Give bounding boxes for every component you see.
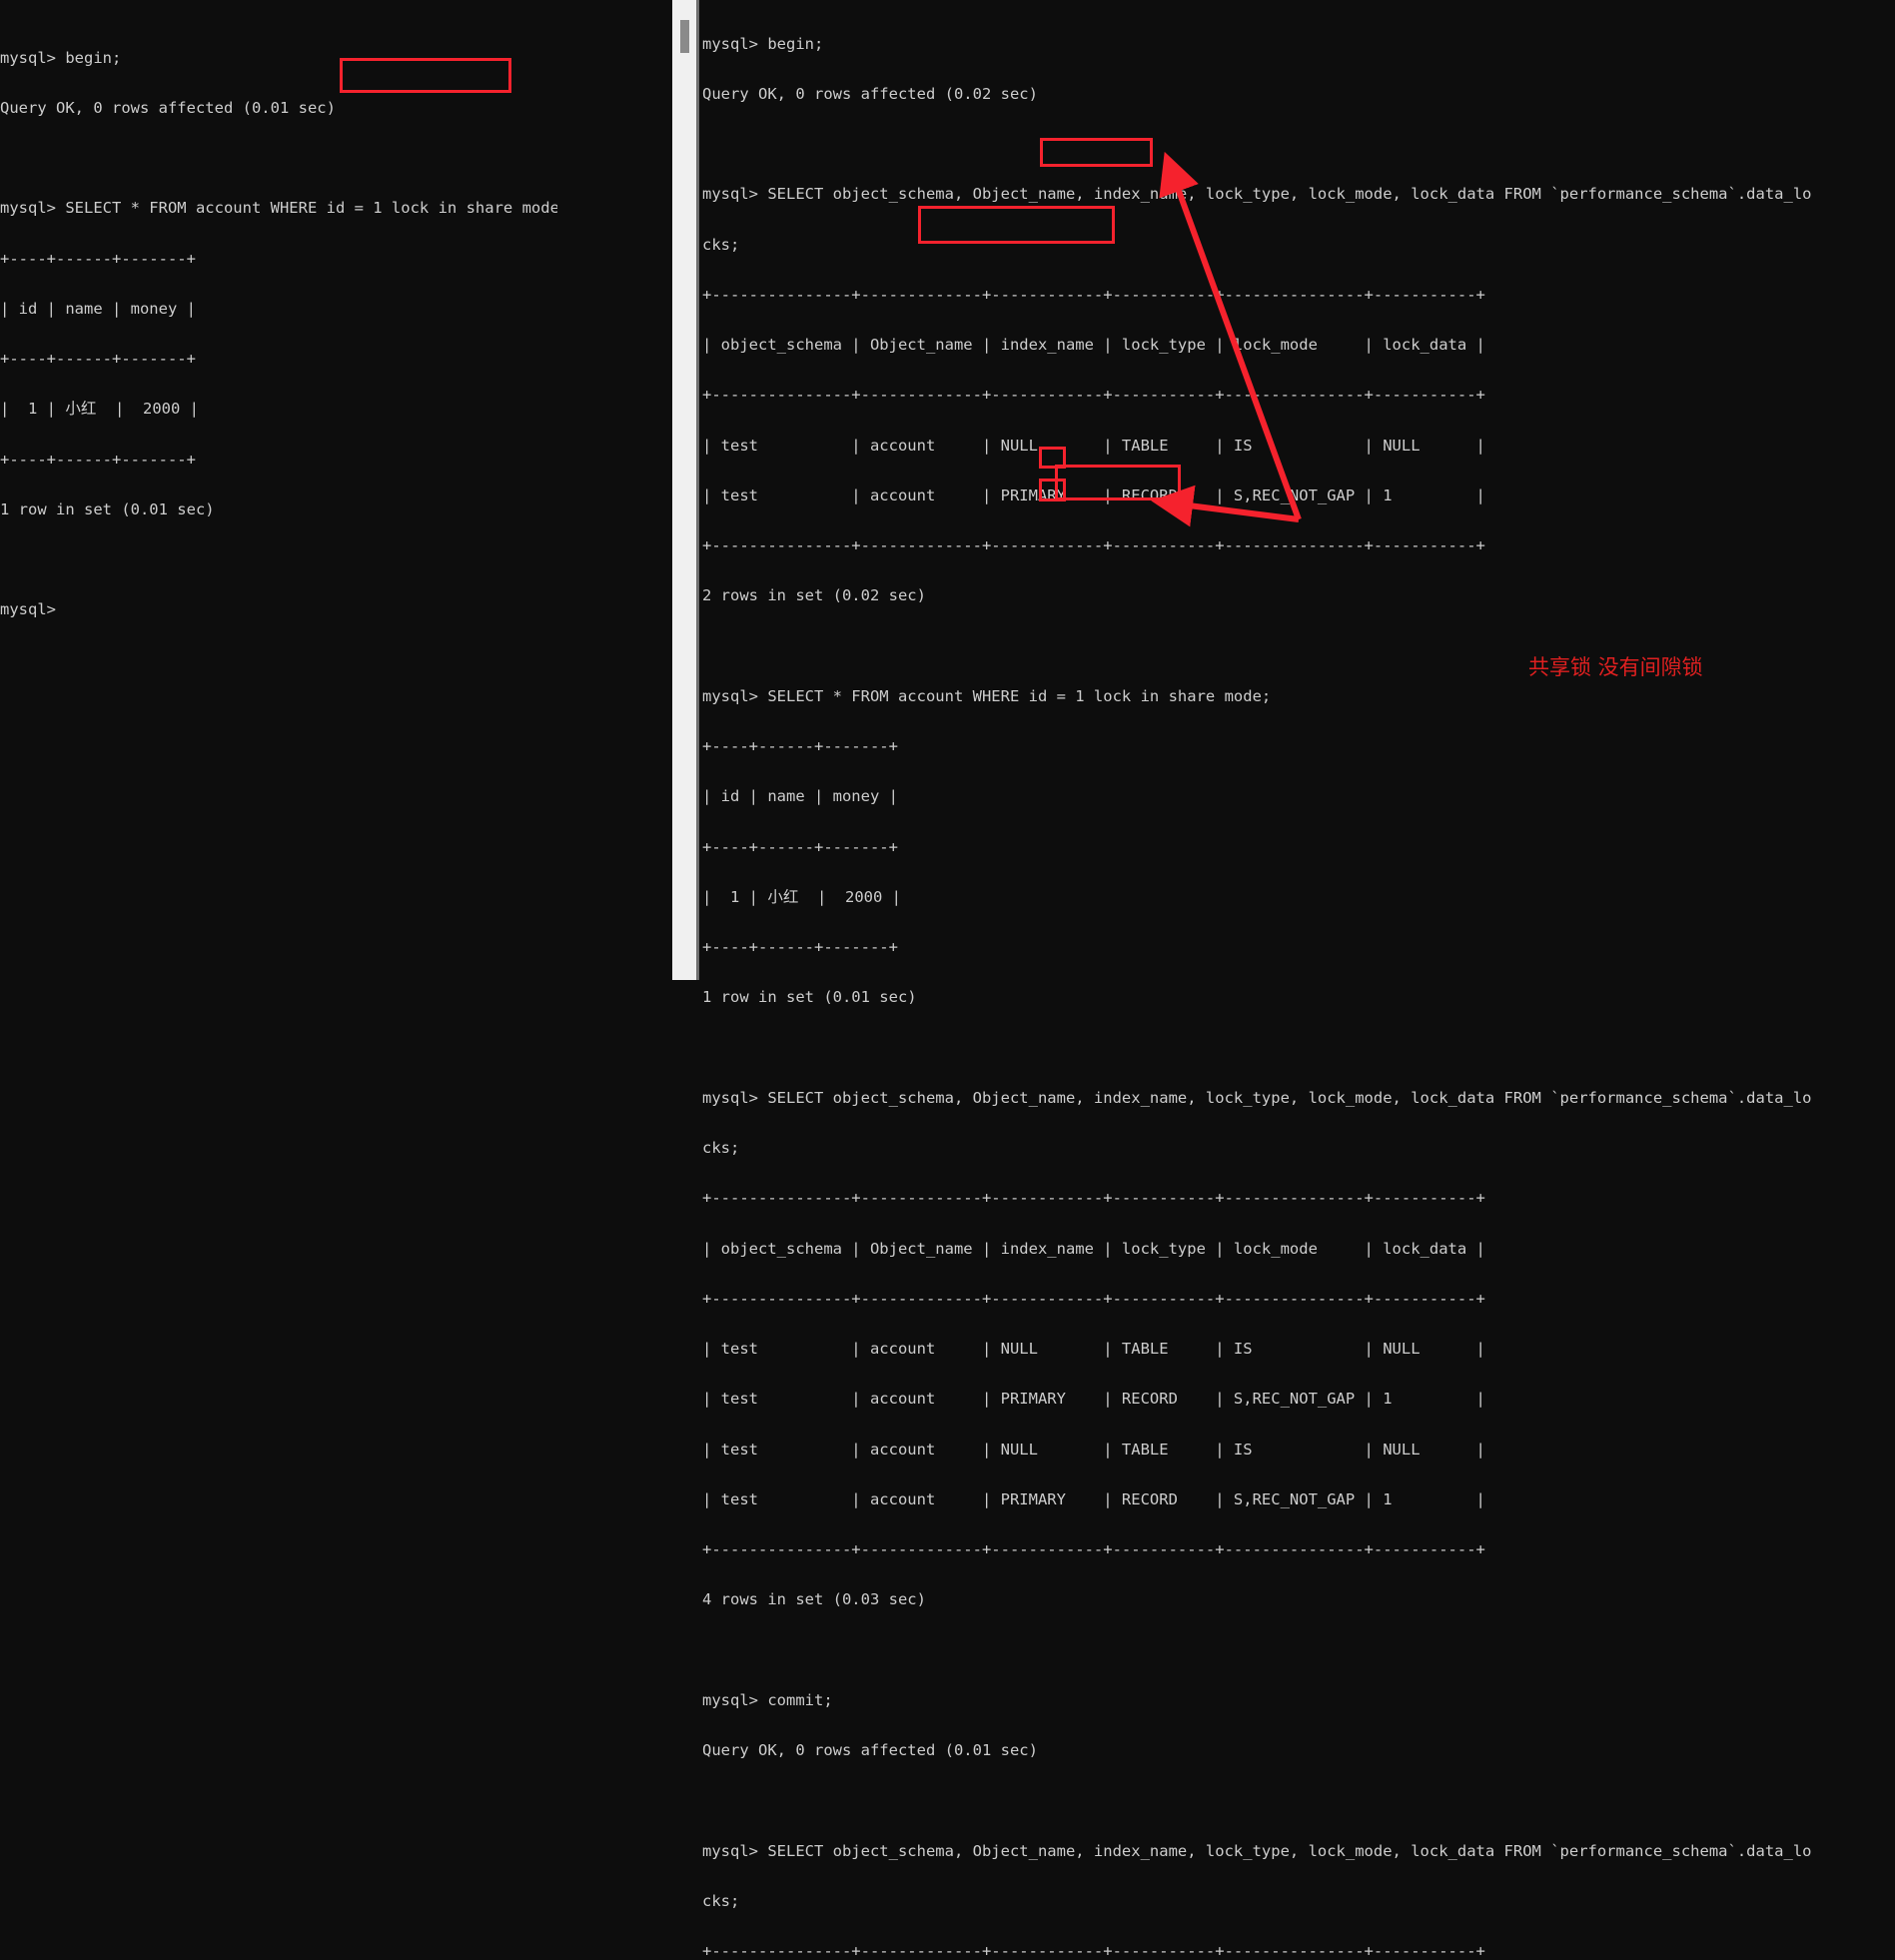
terminal-line-select-share-mode: mysql> SELECT * FROM account WHERE id = …: [702, 686, 1272, 705]
terminal-line: +----+------+-------+: [0, 249, 196, 268]
terminal-table-row: | test | account | NULL | TABLE | IS | N…: [702, 436, 1485, 455]
terminal-table-header: | object_schema | Object_name | index_na…: [702, 1239, 1485, 1258]
left-terminal-pane[interactable]: mysql> begin; Query OK, 0 rows affected …: [0, 0, 569, 980]
terminal-line: +----+------+-------+: [0, 450, 196, 469]
terminal-line: +----+------+-------+: [702, 938, 898, 956]
terminal-line: cks;: [702, 1139, 740, 1157]
terminal-line: | id | name | money |: [0, 299, 196, 318]
terminal-line: +---------------+-------------+---------…: [702, 1189, 1485, 1208]
pane-gap: [557, 0, 672, 980]
terminal-line: +---------------+-------------+---------…: [702, 536, 1485, 554]
right-terminal-pane[interactable]: mysql> begin; Query OK, 0 rows affected …: [699, 0, 1895, 1959]
terminal-line-datalocks-query: mysql> SELECT object_schema, Object_name…: [702, 185, 1812, 204]
terminal-line: +---------------+-------------+---------…: [702, 1540, 1485, 1558]
terminal-table-row: | test | account | PRIMARY | RECORD | S,…: [702, 486, 1485, 504]
terminal-table-row: | test | account | NULL | TABLE | IS | N…: [702, 1440, 1485, 1459]
terminal-table-header: | id | name | money |: [702, 787, 898, 806]
terminal-line: +----+------+-------+: [702, 837, 898, 856]
terminal-prompt[interactable]: mysql>: [0, 601, 557, 618]
right-terminal-scrollbar-track[interactable]: [672, 0, 696, 980]
terminal-line: | 1 | 小红 | 2000 |: [0, 400, 199, 419]
terminal-line: 1 row in set (0.01 sec): [702, 988, 917, 1007]
terminal-line: +---------------+-------------+---------…: [702, 386, 1485, 405]
terminal-line: Query OK, 0 rows affected (0.02 sec): [702, 84, 1038, 103]
terminal-table-row: | test | account | PRIMARY | RECORD | S,…: [702, 1489, 1485, 1508]
terminal-line: Query OK, 0 rows affected (0.01 sec): [0, 98, 336, 117]
terminal-table-row: | 1 | 小红 | 2000 |: [702, 887, 901, 906]
right-terminal-scrollbar-thumb[interactable]: [680, 20, 689, 53]
terminal-line-datalocks-query: mysql> SELECT object_schema, Object_name…: [702, 1088, 1812, 1107]
terminal-table-row: | test | account | PRIMARY | RECORD | S,…: [702, 1390, 1485, 1409]
terminal-line: mysql> begin;: [702, 34, 824, 53]
terminal-line-datalocks-query: mysql> SELECT object_schema, Object_name…: [702, 1841, 1812, 1860]
terminal-line: 1 row in set (0.01 sec): [0, 499, 215, 518]
terminal-line: +----+------+-------+: [0, 350, 196, 368]
terminal-line: +----+------+-------+: [702, 737, 898, 755]
terminal-line: Query OK, 0 rows affected (0.01 sec): [702, 1741, 1038, 1759]
annotation-note-shared-lock: 共享锁 没有间隙锁: [1528, 655, 1703, 679]
terminal-line: 2 rows in set (0.02 sec): [702, 586, 926, 605]
terminal-line: +---------------+-------------+---------…: [702, 285, 1485, 304]
terminal-table-header: | object_schema | Object_name | index_na…: [702, 336, 1485, 354]
terminal-line: mysql> begin;: [0, 48, 122, 67]
terminal-line-select-share-mode: mysql> SELECT * FROM account WHERE id = …: [0, 199, 569, 218]
terminal-line: 4 rows in set (0.03 sec): [702, 1590, 926, 1609]
terminal-line: +---------------+-------------+---------…: [702, 1942, 1485, 1960]
terminal-line: +---------------+-------------+---------…: [702, 1289, 1485, 1308]
terminal-line: cks;: [702, 1891, 740, 1910]
terminal-line-commit: mysql> commit;: [702, 1690, 833, 1709]
terminal-table-row: | test | account | NULL | TABLE | IS | N…: [702, 1340, 1485, 1358]
terminal-line: cks;: [702, 235, 740, 254]
